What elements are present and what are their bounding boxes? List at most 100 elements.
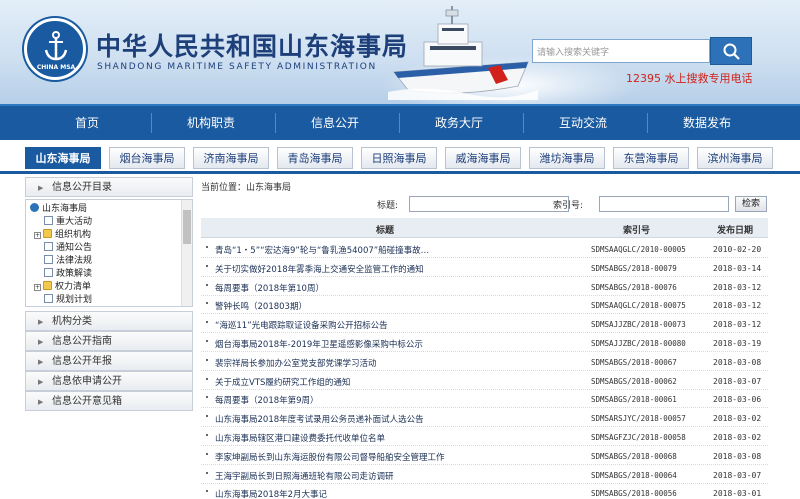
table-row[interactable]: 青岛“1・5”“宏达海9”轮与“鲁乳渔54007”船碰撞事故… SDMSAAQGL…	[201, 240, 768, 258]
tab-binzhou[interactable]: 滨州海事局	[697, 147, 773, 169]
page-icon	[44, 268, 53, 277]
tree-node[interactable]: 规划计划	[44, 294, 92, 306]
row-index: SDMSABGS/2018-00076	[591, 282, 677, 292]
results-table: 标题 索引号 发布日期 青岛“1・5”“宏达海9”轮与“鲁乳渔54007”船碰撞…	[201, 218, 768, 499]
tab-weifang[interactable]: 潍坊海事局	[529, 147, 605, 169]
bullet-icon	[206, 340, 208, 342]
nav-gov-hall[interactable]: 政务大厅	[400, 106, 518, 140]
folder-icon	[43, 281, 52, 290]
tab-rizhao[interactable]: 日照海事局	[361, 147, 437, 169]
row-date: 2018-03-01	[713, 489, 762, 499]
site-subtitle: SHANDONG MARITIME SAFETY ADMINISTRATION	[97, 62, 377, 72]
tree-node[interactable]: 通知公告	[44, 242, 92, 255]
sidebar-section-request[interactable]: ▶ 信息依申请公开	[25, 371, 193, 391]
nav-home[interactable]: 首页	[28, 106, 146, 140]
sidebar: ▶ 信息公开目录 山东海事局 重大活动 + 组织机构 通知公告 法律法规 政策解读…	[25, 177, 193, 414]
sidebar-section-institution[interactable]: ▶ 机构分类	[25, 311, 193, 331]
bullet-icon	[206, 264, 208, 267]
table-row[interactable]: 王海宇副局长到日照海通班轮有限公司走访调研 SDMSABGS/2018-00064…	[201, 466, 768, 484]
expand-icon[interactable]: +	[34, 284, 41, 291]
row-index: SDMSAAQGLC/2018-00075	[591, 301, 686, 311]
table-row[interactable]: 烟台海事局2018年-2019年卫星遥感影像采购中标公示 SDMSAJJZBC/2…	[201, 334, 768, 352]
site-header: CHINA MSA 中华人民共和国山东海事局 SHANDONG MARITIME…	[0, 0, 800, 104]
row-title-link[interactable]: “海巡11”光电跟踪取证设备采购公开招标公告	[215, 319, 575, 331]
row-title-link[interactable]: 每周要事（2018年第10周）	[215, 282, 575, 294]
tab-weihai[interactable]: 威海海事局	[445, 147, 521, 169]
catalog-tree[interactable]: 山东海事局 重大活动 + 组织机构 通知公告 法律法规 政策解读 + 权力清单 规划…	[25, 199, 193, 307]
row-index: SDMSABGS/2018-00067	[591, 357, 677, 367]
column-date: 发布日期	[717, 226, 754, 236]
msa-logo[interactable]: CHINA MSA	[24, 18, 86, 80]
tab-shandong[interactable]: 山东海事局	[25, 147, 101, 169]
sidebar-section-guide[interactable]: ▶ 信息公开指南	[25, 331, 193, 351]
sidebar-section-label: 信息公开意见箱	[52, 396, 122, 407]
row-title-link[interactable]: 裴宗祥局长参加办公室党支部党课学习活动	[215, 357, 575, 369]
tree-node-root[interactable]: 山东海事局	[30, 203, 87, 216]
table-row[interactable]: 每周要事（2018年第10周） SDMSABGS/2018-00076 2018-0…	[201, 278, 768, 296]
tree-node[interactable]: + 组织机构	[34, 229, 91, 242]
site-title[interactable]: 中华人民共和国山东海事局	[96, 27, 408, 63]
tree-node[interactable]: 法律法规	[44, 255, 92, 268]
table-row[interactable]: “海巡11”光电跟踪取证设备采购公开招标公告 SDMSAJJZBC/2018-00…	[201, 315, 768, 334]
row-title-link[interactable]: 山东海事局2018年2月大事记	[215, 488, 575, 499]
table-header: 标题 索引号 发布日期	[201, 218, 768, 238]
sidebar-section-annual-report[interactable]: ▶ 信息公开年报	[25, 351, 193, 371]
nav-data-release[interactable]: 数据发布	[648, 106, 766, 140]
patrol-ship-image	[388, 6, 538, 100]
tree-node[interactable]: 政策解读	[44, 268, 92, 281]
page-icon	[44, 294, 53, 303]
row-date: 2018-03-08	[713, 357, 762, 367]
row-title-link[interactable]: 李家坤副局长到山东海运股份有限公司督导船舶安全管理工作	[215, 451, 575, 463]
table-row[interactable]: 每周要事（2018年第9周） SDMSABGS/2018-00061 2018-03…	[201, 390, 768, 409]
sidebar-section-feedback[interactable]: ▶ 信息公开意见箱	[25, 391, 193, 411]
search-input[interactable]: 请输入搜索关键字	[532, 39, 710, 63]
nav-interaction[interactable]: 互动交流	[524, 106, 642, 140]
row-title-link[interactable]: 山东海事局2018年度考试录用公务员递补面试人选公告	[215, 413, 575, 425]
search-submit-button[interactable]: 检索	[735, 196, 767, 212]
filter-bar: 标题: 索引号: 检索	[201, 194, 768, 214]
tab-yantai[interactable]: 烟台海事局	[109, 147, 185, 169]
table-row[interactable]: 关于成立VTS履约研究工作组的通知 SDMSABGS/2018-00062 2018…	[201, 372, 768, 390]
table-row[interactable]: 山东海事局2018年度考试录用公务员递补面试人选公告 SDMSARSJYC/201…	[201, 409, 768, 428]
column-index: 索引号	[623, 226, 651, 236]
row-date: 2018-03-14	[713, 263, 762, 273]
row-title-link[interactable]: 警钟长鸣（201803期）	[215, 300, 575, 312]
tab-dongying[interactable]: 东营海事局	[613, 147, 689, 169]
bullet-icon	[206, 377, 208, 380]
index-filter-label: 索引号:	[553, 201, 584, 211]
table-row[interactable]: 裴宗祥局长参加办公室党支部党课学习活动 SDMSABGS/2018-00067 20…	[201, 353, 768, 371]
page-icon	[44, 242, 53, 251]
folder-icon	[43, 229, 52, 238]
row-title-link[interactable]: 烟台海事局2018年-2019年卫星遥感影像采购中标公示	[215, 338, 575, 350]
tab-qingdao[interactable]: 青岛海事局	[277, 147, 353, 169]
bullet-icon	[206, 302, 208, 305]
index-filter-input[interactable]	[599, 196, 729, 212]
row-index: SDMSAGFZJC/2018-00058	[591, 433, 686, 442]
expand-icon[interactable]: +	[34, 232, 41, 239]
sidebar-section-catalog[interactable]: ▶ 信息公开目录	[25, 177, 193, 197]
row-date: 2018-03-07	[713, 376, 762, 386]
row-title-link[interactable]: 每周要事（2018年第9周）	[215, 394, 575, 406]
title-filter-input[interactable]	[409, 196, 569, 212]
nav-duties[interactable]: 机构职责	[152, 106, 270, 140]
table-row[interactable]: 关于切实做好2018年雾季海上交通安全监管工作的通知 SDMSABGS/2018-…	[201, 259, 768, 277]
tree-node[interactable]: + 权力清单	[34, 281, 91, 294]
table-row[interactable]: 李家坤副局长到山东海运股份有限公司督导船舶安全管理工作 SDMSABGS/2018…	[201, 447, 768, 465]
page-icon	[44, 216, 53, 225]
row-title-link[interactable]: 山东海事局辖区港口建设费委托代收单位名单	[215, 432, 575, 444]
table-row[interactable]: 山东海事局2018年2月大事记 SDMSABGS/2018-00056 2018-0…	[201, 484, 768, 499]
tree-scrollbar[interactable]	[181, 200, 192, 306]
table-row[interactable]: 山东海事局辖区港口建设费委托代收单位名单 SDMSAGFZJC/2018-0005…	[201, 428, 768, 446]
row-title-link[interactable]: 关于切实做好2018年雾季海上交通安全监管工作的通知	[215, 263, 575, 275]
tree-node[interactable]: 重大活动	[44, 216, 92, 229]
arrow-right-icon: ▶	[38, 358, 44, 366]
row-title-link[interactable]: 王海宇副局长到日照海通班轮有限公司走访调研	[215, 470, 575, 482]
tab-jinan[interactable]: 济南海事局	[193, 147, 269, 169]
nav-info-public[interactable]: 信息公开	[276, 106, 394, 140]
row-title-link[interactable]: 青岛“1・5”“宏达海9”轮与“鲁乳渔54007”船碰撞事故…	[215, 244, 575, 256]
search-button[interactable]	[710, 37, 752, 65]
scrollbar-thumb[interactable]	[183, 210, 191, 244]
arrow-right-icon: ▶	[38, 338, 44, 346]
table-row[interactable]: 警钟长鸣（201803期） SDMSAAQGLC/2018-00075 2018-0…	[201, 296, 768, 315]
row-title-link[interactable]: 关于成立VTS履约研究工作组的通知	[215, 376, 575, 388]
